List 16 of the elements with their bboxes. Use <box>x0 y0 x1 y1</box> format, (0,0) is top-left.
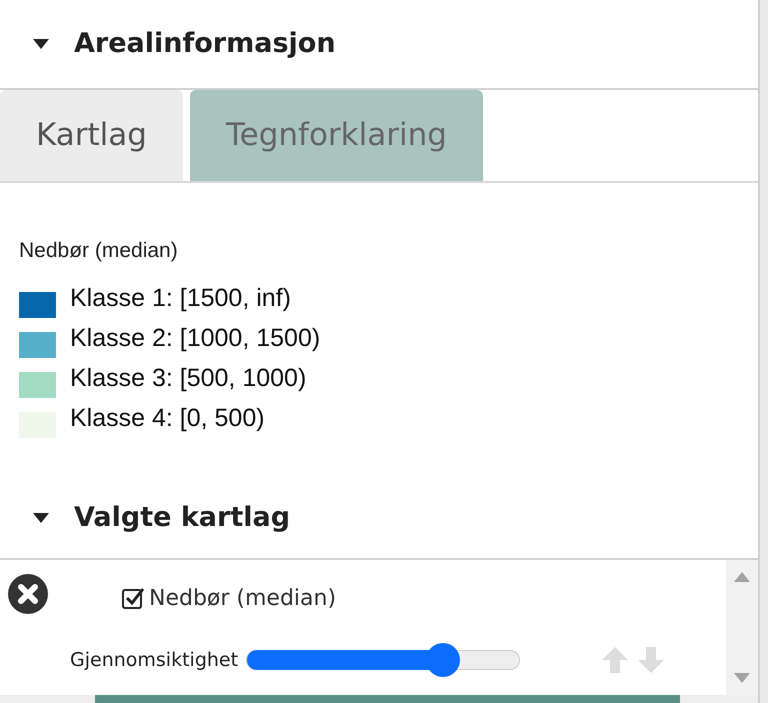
section-title[interactable]: Arealinformasjon <box>74 24 336 64</box>
caret-icon[interactable] <box>32 38 50 50</box>
legend-title: Nedbør (median) <box>19 238 179 264</box>
legend-label: Klasse 4: [0, 500) <box>70 402 265 432</box>
layer-name: Nedbør (median) <box>149 584 336 612</box>
legend-label: Klasse 2: [1000, 1500) <box>70 322 320 352</box>
slider-label: Gjennomsiktighet <box>70 648 238 673</box>
legend-label: Klasse 3: [500, 1000) <box>70 362 306 392</box>
slider[interactable] <box>246 643 520 677</box>
caret-icon[interactable] <box>32 512 50 524</box>
legend-label: Klasse 1: [1500, inf) <box>70 282 291 312</box>
section-title[interactable]: Valgte kartlag <box>74 498 290 538</box>
slider-thumb[interactable] <box>426 643 460 677</box>
tab[interactable]: Kartlag <box>0 90 183 181</box>
checkbox[interactable] <box>121 586 145 610</box>
close-icon[interactable] <box>7 573 49 615</box>
